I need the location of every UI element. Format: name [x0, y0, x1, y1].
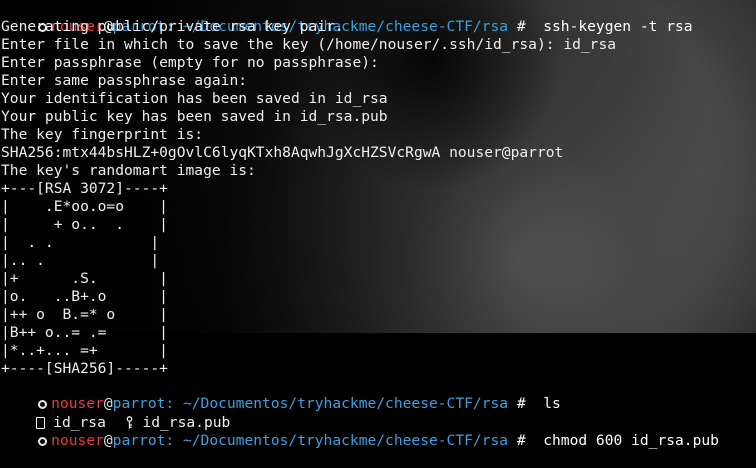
prompt-separator: : [165, 432, 183, 449]
output-line: Enter file in which to save the key (/ho… [1, 36, 617, 53]
output-line: Your public key has been saved in id_rsa… [1, 108, 388, 125]
randomart-line: | + o.. . | [1, 216, 168, 233]
randomart-line: |+ .S. | [1, 270, 168, 287]
prompt-line: nouser@parrot: ~/Documentos/tryhackme/ch… [1, 377, 561, 412]
output-line: Your identification has been saved in id… [1, 90, 388, 107]
randomart-line: | . . | [1, 234, 160, 251]
output-line: The key's randomart image is: [1, 162, 256, 179]
randomart-line: |.. . | [1, 252, 160, 269]
randomart-line: +---[RSA 3072]----+ [1, 180, 168, 197]
command-text: ls [543, 395, 561, 412]
prompt-hash: # [508, 395, 544, 412]
randomart-line: |*..+... =+ | [1, 342, 168, 359]
fingerprint-line: SHA256:mtx44bsHLZ+0gOvlC6lyqKTxh8AqwhJgX… [1, 144, 564, 161]
prompt-line: nouser@parrot: ~/Documentos/tryhackme/ch… [1, 414, 719, 449]
prompt-at: @ [103, 432, 113, 449]
prompt-path: ~/Documentos/tryhackme/cheese-CTF/rsa [182, 395, 509, 412]
output-line: Enter same passphrase again: [1, 72, 248, 89]
output-line: Enter passphrase (empty for no passphras… [1, 54, 379, 71]
randomart-line: | .E*oo.o=o | [1, 198, 168, 215]
prompt-path: ~/Documentos/tryhackme/cheese-CTF/rsa [182, 432, 509, 449]
prompt-hash: # [508, 18, 544, 35]
prompt-user: nouser [51, 432, 104, 449]
randomart-line: |B++ o..= .= | [1, 324, 168, 341]
terminal-window[interactable]: nouser@parrot: ~/Documentos/tryhackme/ch… [0, 0, 756, 449]
prompt-host: parrot [112, 432, 166, 449]
ls-output-line: id_rsa id_rsa.pub [1, 396, 230, 431]
prompt-hash: # [508, 432, 544, 449]
output-line: The key fingerprint is: [1, 126, 204, 143]
output-line: Generating public/private rsa key pair. [1, 18, 344, 35]
randomart-line: |++ o B.=* o | [1, 306, 168, 323]
command-input[interactable]: chmod 600 id_rsa.pub [543, 432, 719, 449]
randomart-line: +----[SHA256]-----+ [1, 360, 168, 377]
randomart-line: |o. ..B+.o | [1, 288, 168, 305]
command-text: ssh-keygen -t rsa [543, 18, 693, 35]
prompt-ring-icon [38, 437, 48, 446]
prompt-line: nouser@parrot: ~/Documentos/tryhackme/ch… [1, 0, 693, 35]
